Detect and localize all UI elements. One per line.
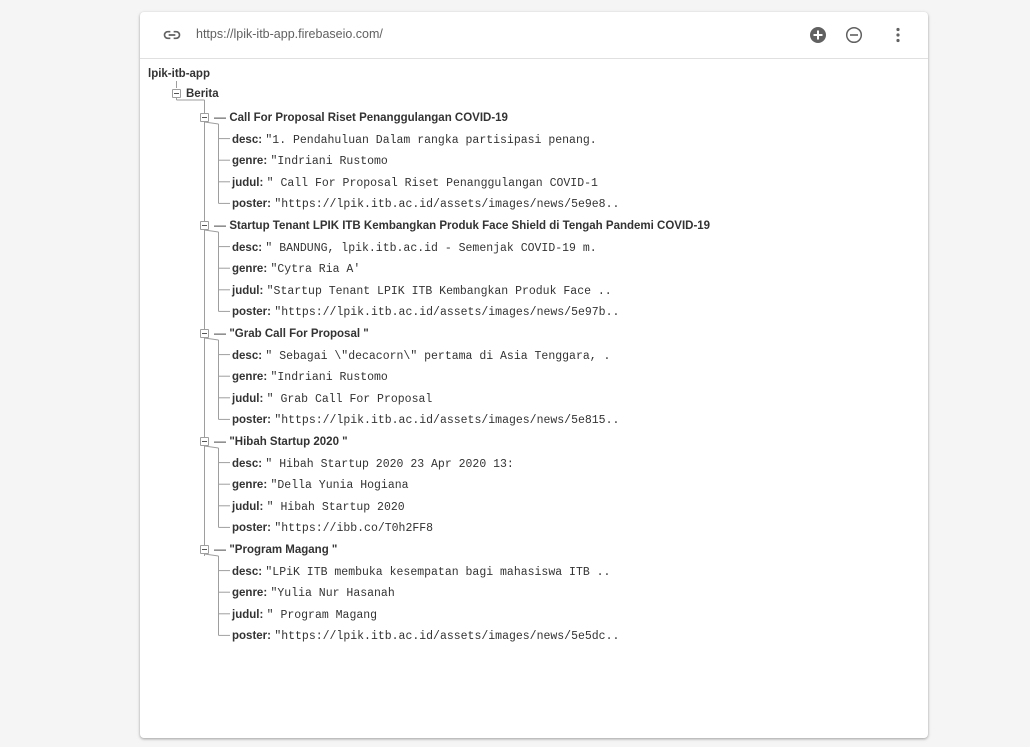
field-value: "Della Yunia Hogiana bbox=[270, 479, 409, 493]
tree-leaf-field[interactable]: judul: " Grab Call For Proposal bbox=[232, 391, 433, 406]
tree-leaf-field[interactable]: judul: " Hibah Startup 2020 bbox=[232, 499, 405, 514]
tree-leaf-field[interactable]: judul: " Call For Proposal Riset Penangg… bbox=[232, 175, 598, 190]
field-key: genre: bbox=[232, 155, 268, 168]
node-key: Call For Proposal Riset Penanggulangan C… bbox=[229, 112, 508, 124]
tree-leaf-field[interactable]: genre: "Yulia Nur Hasanah bbox=[232, 585, 395, 601]
field-value: "LPiK ITB membuka kesempatan bagi mahasi… bbox=[265, 565, 611, 579]
field-value: "Startup Tenant LPIK ITB Kembangkan Prod… bbox=[266, 284, 612, 298]
tree-leaf-field[interactable]: genre: "Indriani Rustomo bbox=[232, 153, 388, 169]
field-key: judul: bbox=[232, 284, 264, 297]
panel-header: https://lpik-itb-app.firebaseio.com/ bbox=[140, 12, 928, 59]
field-key: genre: bbox=[232, 587, 268, 600]
node-key: "Hibah Startup 2020 " bbox=[229, 436, 348, 448]
field-value: "https://lpik.itb.ac.id/assets/images/ne… bbox=[274, 630, 620, 644]
tree-root[interactable]: lpik-itb-app bbox=[148, 66, 210, 80]
field-value: "https://lpik.itb.ac.id/assets/images/ne… bbox=[274, 306, 620, 320]
field-key: desc: bbox=[232, 133, 263, 146]
field-key: poster: bbox=[232, 306, 271, 319]
field-value: "https://ibb.co/T0h2FF8 bbox=[274, 522, 434, 536]
link-icon bbox=[163, 30, 181, 40]
node-key: Berita bbox=[186, 88, 219, 100]
field-key: poster: bbox=[232, 630, 271, 643]
tree-leaf-field[interactable]: desc: " Sebagai \"decacorn\" pertama di … bbox=[232, 348, 611, 363]
tree-node-item[interactable]: — "Program Magang " bbox=[214, 542, 337, 556]
field-value: "Indriani Rustomo bbox=[270, 155, 388, 169]
field-key: judul: bbox=[232, 176, 264, 189]
database-url[interactable]: https://lpik-itb-app.firebaseio.com/ bbox=[196, 27, 383, 41]
field-value: " Program Magang bbox=[266, 608, 378, 622]
tree-leaf-field[interactable]: desc: " Hibah Startup 2020 23 Apr 2020 1… bbox=[232, 456, 514, 471]
tree-leaf-field[interactable]: genre: "Cytra Ria A' bbox=[232, 261, 361, 277]
field-value: " Sebagai \"decacorn\" pertama di Asia T… bbox=[265, 349, 611, 363]
tree-node-item[interactable]: — Call For Proposal Riset Penanggulangan… bbox=[214, 110, 508, 124]
more-vert-icon[interactable] bbox=[888, 25, 908, 45]
tree-leaf-field[interactable]: poster: "https://lpik.itb.ac.id/assets/i… bbox=[232, 196, 620, 212]
tree-leaf-field[interactable]: genre: "Della Yunia Hogiana bbox=[232, 477, 409, 493]
field-key: desc: bbox=[232, 241, 263, 254]
field-key: genre: bbox=[232, 371, 268, 384]
tree-node-item[interactable]: — "Hibah Startup 2020 " bbox=[214, 434, 348, 448]
node-key: Startup Tenant LPIK ITB Kembangkan Produ… bbox=[229, 220, 711, 232]
field-value: " Call For Proposal Riset Penanggulangan… bbox=[266, 176, 598, 190]
field-key: poster: bbox=[232, 522, 271, 535]
field-value: " BANDUNG, lpik.itb.ac.id - Semenjak COV… bbox=[265, 241, 597, 255]
collapse-toggle-icon[interactable] bbox=[200, 112, 209, 122]
field-value: "https://lpik.itb.ac.id/assets/images/ne… bbox=[274, 414, 620, 428]
field-key: desc: bbox=[232, 565, 263, 578]
remove-circle-icon[interactable] bbox=[844, 25, 864, 45]
tree-leaf-field[interactable]: poster: "https://lpik.itb.ac.id/assets/i… bbox=[232, 304, 620, 320]
tree-leaf-field[interactable]: judul: " Program Magang bbox=[232, 607, 378, 622]
collapse-toggle-icon[interactable] bbox=[200, 220, 209, 230]
tree-leaf-field[interactable]: judul: "Startup Tenant LPIK ITB Kembangk… bbox=[232, 283, 612, 298]
tree-leaf-field[interactable]: desc: " BANDUNG, lpik.itb.ac.id - Semenj… bbox=[232, 240, 597, 255]
tree-leaf-field[interactable]: poster: "https://lpik.itb.ac.id/assets/i… bbox=[232, 412, 620, 428]
tree-leaf-field[interactable]: genre: "Indriani Rustomo bbox=[232, 369, 388, 385]
field-key: judul: bbox=[232, 608, 264, 621]
field-key: judul: bbox=[232, 500, 264, 513]
field-key: genre: bbox=[232, 263, 268, 276]
field-value: "1. Pendahuluan Dalam rangka partisipasi… bbox=[265, 133, 597, 147]
tree-node-berita[interactable]: Berita bbox=[186, 86, 219, 100]
node-key: "Grab Call For Proposal " bbox=[229, 328, 369, 340]
collapse-toggle-icon[interactable] bbox=[172, 88, 181, 98]
tree-leaf-field[interactable]: poster: "https://lpik.itb.ac.id/assets/i… bbox=[232, 628, 620, 644]
field-key: genre: bbox=[232, 479, 268, 492]
node-key: "Program Magang " bbox=[229, 544, 338, 556]
database-panel: https://lpik-itb-app.firebaseio.com/ lpi… bbox=[140, 12, 928, 738]
tree-leaf-field[interactable]: desc: "1. Pendahuluan Dalam rangka parti… bbox=[232, 132, 597, 147]
field-value: " Grab Call For Proposal bbox=[266, 392, 433, 406]
field-key: judul: bbox=[232, 392, 264, 405]
collapse-toggle-icon[interactable] bbox=[200, 328, 209, 338]
field-key: desc: bbox=[232, 349, 263, 362]
field-value: "Yulia Nur Hasanah bbox=[270, 587, 395, 601]
collapse-toggle-icon[interactable] bbox=[200, 544, 209, 554]
field-key: desc: bbox=[232, 457, 263, 470]
collapse-toggle-icon[interactable] bbox=[200, 436, 209, 446]
field-key: poster: bbox=[232, 414, 271, 427]
field-value: "Cytra Ria A' bbox=[270, 263, 361, 277]
tree-node-item[interactable]: — "Grab Call For Proposal " bbox=[214, 326, 369, 340]
data-tree: lpik-itb-app Berita — Call For Proposal … bbox=[140, 58, 928, 738]
tree-leaf-field[interactable]: poster: "https://ibb.co/T0h2FF8 bbox=[232, 520, 434, 536]
tree-leaf-field[interactable]: desc: "LPiK ITB membuka kesempatan bagi … bbox=[232, 564, 611, 579]
root-key: lpik-itb-app bbox=[148, 68, 210, 80]
field-value: "Indriani Rustomo bbox=[270, 371, 388, 385]
field-key: poster: bbox=[232, 198, 271, 211]
field-value: " Hibah Startup 2020 bbox=[266, 500, 405, 514]
add-circle-icon[interactable] bbox=[808, 25, 828, 45]
field-value: " Hibah Startup 2020 23 Apr 2020 13: bbox=[265, 457, 514, 471]
tree-node-item[interactable]: — Startup Tenant LPIK ITB Kembangkan Pro… bbox=[214, 218, 710, 232]
field-value: "https://lpik.itb.ac.id/assets/images/ne… bbox=[274, 198, 620, 212]
